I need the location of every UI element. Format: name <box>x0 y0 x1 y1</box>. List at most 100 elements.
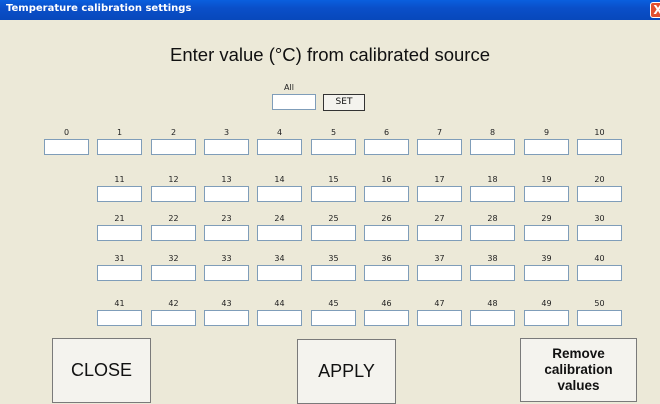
channel-label: 0 <box>63 128 70 137</box>
instruction-heading: Enter value (°C) from calibrated source <box>170 44 490 65</box>
channel-label: 32 <box>168 254 179 263</box>
channel-input[interactable] <box>257 186 302 202</box>
channel-label: 33 <box>221 254 232 263</box>
close-window-icon[interactable]: X <box>650 2 660 18</box>
channel-input[interactable] <box>524 265 569 281</box>
channel-input[interactable] <box>524 225 569 241</box>
channel-input[interactable] <box>204 186 249 202</box>
channel-input[interactable] <box>311 310 356 326</box>
close-button[interactable]: CLOSE <box>52 338 151 403</box>
channel-label: 49 <box>541 299 552 308</box>
channel-input[interactable] <box>577 139 622 155</box>
channel-label: 29 <box>541 214 552 223</box>
channel-label: 11 <box>114 175 125 184</box>
apply-button[interactable]: APPLY <box>297 339 396 404</box>
channel-input[interactable] <box>151 310 196 326</box>
channel-input[interactable] <box>257 225 302 241</box>
channel-input[interactable] <box>470 186 515 202</box>
channel-label: 21 <box>114 214 125 223</box>
all-value-input[interactable] <box>272 94 316 110</box>
channel-input[interactable] <box>470 310 515 326</box>
channel-input[interactable] <box>151 265 196 281</box>
channel-label: 38 <box>487 254 498 263</box>
channel-label: 35 <box>328 254 339 263</box>
channel-input[interactable] <box>470 139 515 155</box>
channel-label: 48 <box>487 299 498 308</box>
channel-label: 1 <box>116 128 123 137</box>
channel-input[interactable] <box>577 265 622 281</box>
channel-input[interactable] <box>417 310 462 326</box>
channel-input[interactable] <box>311 186 356 202</box>
channel-input[interactable] <box>151 139 196 155</box>
channel-input[interactable] <box>364 265 409 281</box>
channel-input[interactable] <box>204 310 249 326</box>
channel-label: 9 <box>543 128 550 137</box>
channel-label: 28 <box>487 214 498 223</box>
channel-input[interactable] <box>364 310 409 326</box>
channel-label: 3 <box>223 128 230 137</box>
channel-label: 50 <box>594 299 605 308</box>
channel-input[interactable] <box>417 186 462 202</box>
channel-label: 17 <box>434 175 445 184</box>
channel-input[interactable] <box>470 225 515 241</box>
channel-label: 46 <box>381 299 392 308</box>
channel-label: 30 <box>594 214 605 223</box>
channel-label: 39 <box>541 254 552 263</box>
channel-input[interactable] <box>151 225 196 241</box>
channel-label: 45 <box>328 299 339 308</box>
channel-input[interactable] <box>524 186 569 202</box>
channel-label: 18 <box>487 175 498 184</box>
channel-input[interactable] <box>577 186 622 202</box>
channel-label: 20 <box>594 175 605 184</box>
channel-input[interactable] <box>97 225 142 241</box>
channel-input[interactable] <box>524 310 569 326</box>
channel-input[interactable] <box>97 186 142 202</box>
channel-label: 4 <box>276 128 283 137</box>
channel-label: 43 <box>221 299 232 308</box>
channel-label: 44 <box>274 299 285 308</box>
channel-input[interactable] <box>577 225 622 241</box>
channel-input[interactable] <box>257 265 302 281</box>
channel-input[interactable] <box>151 186 196 202</box>
channel-label: 23 <box>221 214 232 223</box>
channel-label: 41 <box>114 299 125 308</box>
channel-input[interactable] <box>417 139 462 155</box>
channel-label: 13 <box>221 175 232 184</box>
channel-input[interactable] <box>44 139 89 155</box>
channel-label: 47 <box>434 299 445 308</box>
channel-label: 40 <box>594 254 605 263</box>
channel-label: 16 <box>381 175 392 184</box>
channel-input[interactable] <box>204 225 249 241</box>
channel-input[interactable] <box>204 265 249 281</box>
channel-input[interactable] <box>204 139 249 155</box>
channel-input[interactable] <box>311 225 356 241</box>
channel-label: 10 <box>594 128 605 137</box>
channel-input[interactable] <box>524 139 569 155</box>
channel-input[interactable] <box>417 225 462 241</box>
channel-input[interactable] <box>257 139 302 155</box>
channel-input[interactable] <box>470 265 515 281</box>
remove-calibration-label: Remove calibration values <box>544 346 613 393</box>
channel-label: 36 <box>381 254 392 263</box>
channel-input[interactable] <box>364 225 409 241</box>
channel-input[interactable] <box>364 139 409 155</box>
channel-input[interactable] <box>257 310 302 326</box>
channel-input[interactable] <box>97 310 142 326</box>
channel-input[interactable] <box>311 139 356 155</box>
channel-input[interactable] <box>417 265 462 281</box>
set-all-button[interactable]: SET <box>323 94 365 111</box>
window-title: Temperature calibration settings <box>6 3 192 14</box>
channel-label: 25 <box>328 214 339 223</box>
channel-label: 31 <box>114 254 125 263</box>
channel-label: 22 <box>168 214 179 223</box>
channel-label: 42 <box>168 299 179 308</box>
channel-label: 34 <box>274 254 285 263</box>
channel-input[interactable] <box>97 265 142 281</box>
channel-label: 12 <box>168 175 179 184</box>
channel-input[interactable] <box>97 139 142 155</box>
channel-input[interactable] <box>311 265 356 281</box>
channel-label: 2 <box>170 128 177 137</box>
channel-input[interactable] <box>577 310 622 326</box>
channel-input[interactable] <box>364 186 409 202</box>
remove-calibration-button[interactable]: Remove calibration values <box>520 338 637 402</box>
